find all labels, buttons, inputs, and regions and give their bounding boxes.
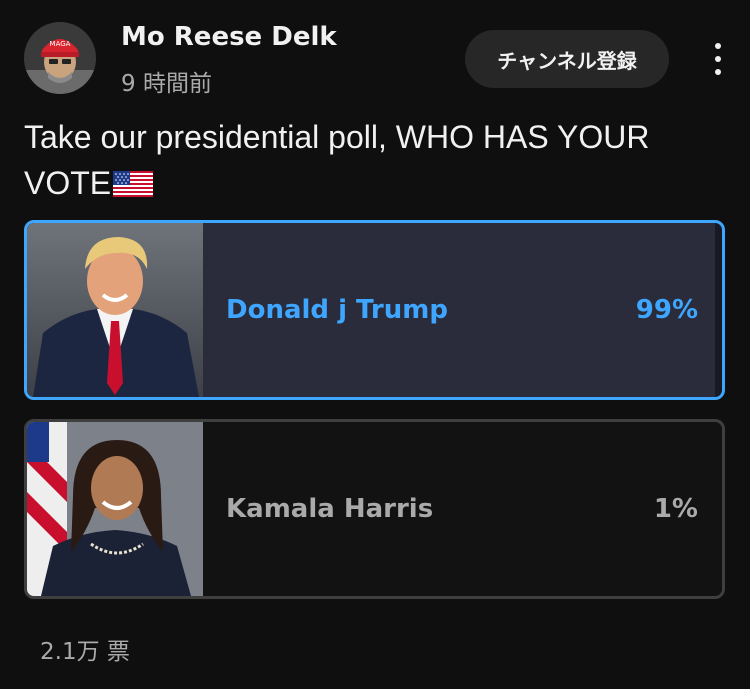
subscribe-button[interactable]: チャンネル登録 bbox=[465, 30, 669, 88]
harris-photo bbox=[27, 422, 203, 596]
poll-option-percent: 99% bbox=[635, 295, 698, 325]
poll-option-harris[interactable]: Kamala Harris 1% bbox=[24, 419, 725, 599]
us-flag-icon bbox=[113, 163, 154, 197]
post-timestamp: 9 時間前 bbox=[121, 71, 212, 97]
poll-option-label: Donald j Trump bbox=[226, 295, 448, 325]
vote-count: 2.1万 票 bbox=[40, 639, 130, 665]
svg-text:MAGA: MAGA bbox=[50, 40, 71, 48]
poll-option-percent: 1% bbox=[653, 494, 698, 524]
community-post: MAGA Mo Reese Delk 9 時間前 チャンネル登録 Take ou… bbox=[0, 0, 750, 689]
poll-option-label: Kamala Harris bbox=[226, 494, 434, 524]
channel-avatar[interactable]: MAGA bbox=[24, 22, 96, 94]
channel-name[interactable]: Mo Reese Delk bbox=[121, 22, 337, 52]
more-options-icon[interactable] bbox=[700, 36, 736, 82]
post-text: Take our presidential poll, WHO HAS YOUR… bbox=[24, 114, 724, 206]
trump-photo bbox=[27, 223, 203, 397]
poll-option-trump[interactable]: Donald j Trump 99% bbox=[24, 220, 725, 400]
